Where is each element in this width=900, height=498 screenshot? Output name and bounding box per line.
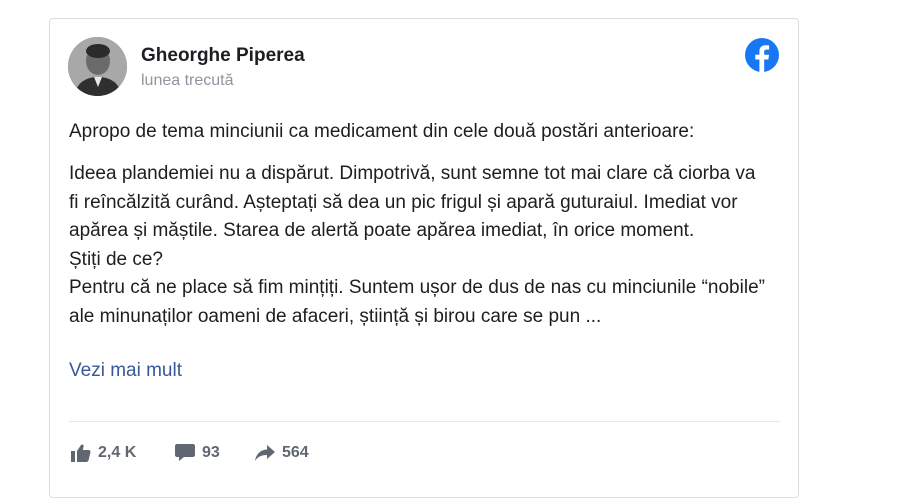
- see-more-link[interactable]: Vezi mai mult: [69, 360, 182, 382]
- comments-count[interactable]: 93: [175, 444, 220, 462]
- post-paragraph: Pentru că ne place să fim mințiți. Sunte…: [69, 277, 765, 327]
- share-arrow-icon: [255, 445, 275, 461]
- comment-bubble-icon: [175, 444, 195, 461]
- author-name[interactable]: Gheorghe Piperea: [141, 45, 305, 67]
- post-text-intro: Apropo de tema minciunii ca medicament d…: [69, 121, 695, 142]
- post-paragraph: Ideea plandemiei nu a dispărut. Dimpotri…: [69, 163, 756, 241]
- divider: [69, 421, 780, 422]
- post-text-body: Ideea plandemiei nu a dispărut. Dimpotri…: [69, 160, 769, 331]
- thumbs-up-icon: [71, 444, 91, 462]
- facebook-post-card: Gheorghe Piperea lunea trecută Apropo de…: [49, 18, 799, 498]
- author-avatar[interactable]: [68, 37, 127, 96]
- comments-count-label: 93: [202, 444, 220, 461]
- likes-count-label: 2,4 K: [98, 444, 137, 461]
- shares-count-label: 564: [282, 444, 309, 461]
- shares-count[interactable]: 564: [255, 444, 309, 462]
- likes-count[interactable]: 2,4 K: [71, 444, 136, 462]
- post-timestamp[interactable]: lunea trecută: [141, 72, 234, 90]
- facebook-logo-icon[interactable]: [745, 38, 779, 72]
- post-paragraph: Știți de ce?: [69, 248, 163, 270]
